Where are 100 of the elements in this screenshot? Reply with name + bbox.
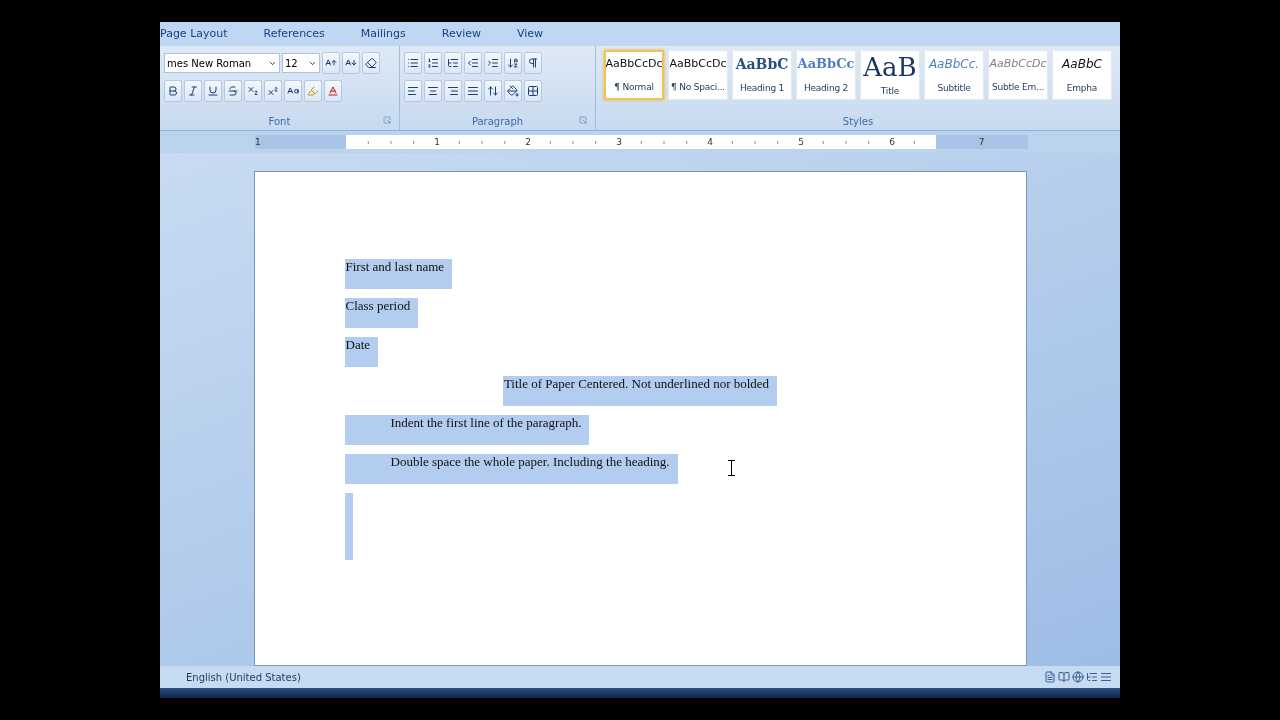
style-tile[interactable]: AaBbC Heading 1: [732, 50, 792, 100]
borders-icon: [527, 85, 539, 97]
font-name-field[interactable]: mes New Roman: [164, 53, 280, 73]
shrink-font-icon: [345, 57, 357, 69]
ruler-number: 1: [434, 137, 440, 147]
style-tile[interactable]: AaBbCcDc ¶ No Spaci...: [668, 50, 728, 100]
style-name: Heading 2: [803, 82, 849, 93]
style-name: ¶ Normal: [614, 81, 654, 92]
style-name: ¶ No Spaci...: [670, 82, 726, 93]
style-tile[interactable]: AaBbCc. Subtitle: [924, 50, 984, 100]
style-preview: AaB: [863, 54, 917, 80]
style-preview: AaBbCcDc: [669, 57, 727, 69]
paragraph-text: First and last name: [344, 259, 453, 289]
decrease-indent-icon: [467, 57, 479, 69]
style-preview: AaBbC: [735, 57, 789, 71]
show-formatting-icon: [527, 57, 539, 69]
style-tile[interactable]: AaBbC Empha: [1052, 50, 1112, 100]
multilevel-list-button[interactable]: [444, 52, 462, 74]
style-preview: AaBbCcDc: [989, 57, 1047, 69]
style-preview: AaBbCc.: [928, 57, 980, 70]
ribbon-tab[interactable]: Mailings: [342, 23, 424, 45]
ruler-number: 4: [707, 137, 713, 147]
increase-indent-button[interactable]: [484, 52, 502, 74]
align-center-icon: [427, 85, 439, 97]
justify-icon: [467, 85, 479, 97]
change-case-icon: [287, 85, 299, 97]
underline-button[interactable]: [204, 80, 222, 102]
justify-button[interactable]: [464, 80, 482, 102]
ribbon-tab[interactable]: Review: [423, 23, 499, 45]
grow-font-icon: [325, 57, 337, 69]
ruler-number: 5: [798, 137, 804, 147]
style-preview: AaBbCcDc: [606, 58, 662, 70]
align-right-button[interactable]: [444, 80, 462, 102]
show-formatting-button[interactable]: [524, 52, 542, 74]
style-tile[interactable]: AaBbCc Heading 2: [796, 50, 856, 100]
web-layout-icon[interactable]: [1072, 671, 1084, 683]
paragraph-text: Double space the whole paper. Including the heading.: [344, 454, 678, 484]
line-spacing-icon: [487, 85, 499, 97]
align-right-icon: [447, 85, 459, 97]
shrink-font-button[interactable]: [342, 52, 360, 74]
language-status[interactable]: English (United States): [186, 671, 301, 683]
align-left-icon: [407, 85, 419, 97]
style-name: Subtitle: [937, 82, 971, 93]
sort-icon: [507, 57, 519, 69]
highlighter-icon: [307, 85, 319, 97]
paragraph-text: Indent the first line of the paragraph.: [344, 415, 590, 445]
group-label: Font: [268, 115, 291, 127]
group-label: Paragraph: [471, 115, 524, 127]
shading-button[interactable]: [504, 80, 522, 102]
ribbon-tab[interactable]: Page Layout: [160, 23, 246, 45]
style-name: Subtle Em...: [991, 82, 1045, 93]
change-case-button[interactable]: [284, 80, 302, 102]
borders-button[interactable]: [524, 80, 542, 102]
reading-layout-icon[interactable]: [1058, 671, 1070, 683]
style-preview: AaBbCc: [797, 57, 855, 71]
numbering-icon: [427, 57, 439, 69]
style-preview: AaBbC: [1062, 57, 1102, 70]
outline-icon[interactable]: [1086, 671, 1098, 683]
bullets-icon: [407, 57, 419, 69]
bullets-button[interactable]: [404, 52, 422, 74]
style-name: Title: [880, 86, 900, 96]
clear-formatting-button[interactable]: [362, 52, 380, 74]
italic-icon: [187, 85, 199, 97]
sort-button[interactable]: [504, 52, 522, 74]
grow-font-button[interactable]: [322, 52, 340, 74]
draft-icon[interactable]: [1100, 671, 1112, 683]
style-name: Empha: [1066, 82, 1098, 93]
style-name: Heading 1: [739, 83, 785, 93]
line-spacing-button[interactable]: [484, 80, 502, 102]
increase-indent-icon: [487, 57, 499, 69]
multilevel-list-icon: [447, 57, 459, 69]
subscript-button[interactable]: [244, 80, 262, 102]
print-layout-icon[interactable]: [1044, 671, 1056, 683]
ribbon-tab[interactable]: References: [245, 23, 343, 45]
paragraph-text: Title of Paper Centered. Not underlined nor bolded: [502, 376, 778, 406]
style-tile[interactable]: AaBbCcDc Subtle Em...: [988, 50, 1048, 100]
ruler-number: 7: [978, 137, 985, 147]
decrease-indent-button[interactable]: [464, 52, 482, 74]
ruler-number: 3: [616, 137, 622, 147]
bold-icon: [167, 85, 179, 97]
numbering-button[interactable]: [424, 52, 442, 74]
bold-button[interactable]: [164, 80, 182, 102]
italic-button[interactable]: [184, 80, 202, 102]
text-cursor-icon: [727, 460, 735, 476]
font-color-icon: [327, 85, 339, 97]
strikethrough-button[interactable]: [224, 80, 242, 102]
ribbon-tab[interactable]: View: [499, 23, 562, 45]
style-tile[interactable]: AaB Title: [860, 50, 920, 100]
paragraph-text: Class period: [344, 298, 419, 328]
clear-formatting-icon: [365, 57, 377, 69]
align-center-button[interactable]: [424, 80, 442, 102]
superscript-icon: [267, 85, 279, 97]
ruler-number: 2: [525, 137, 531, 147]
subscript-icon: [247, 85, 259, 97]
style-tile[interactable]: AaBbCcDc ¶ Normal: [604, 50, 664, 100]
align-left-button[interactable]: [404, 80, 422, 102]
font-color-button[interactable]: [324, 80, 342, 102]
underline-icon: [207, 85, 219, 97]
paragraph-text: Date: [344, 337, 379, 367]
font-size-field[interactable]: 12: [282, 53, 320, 73]
